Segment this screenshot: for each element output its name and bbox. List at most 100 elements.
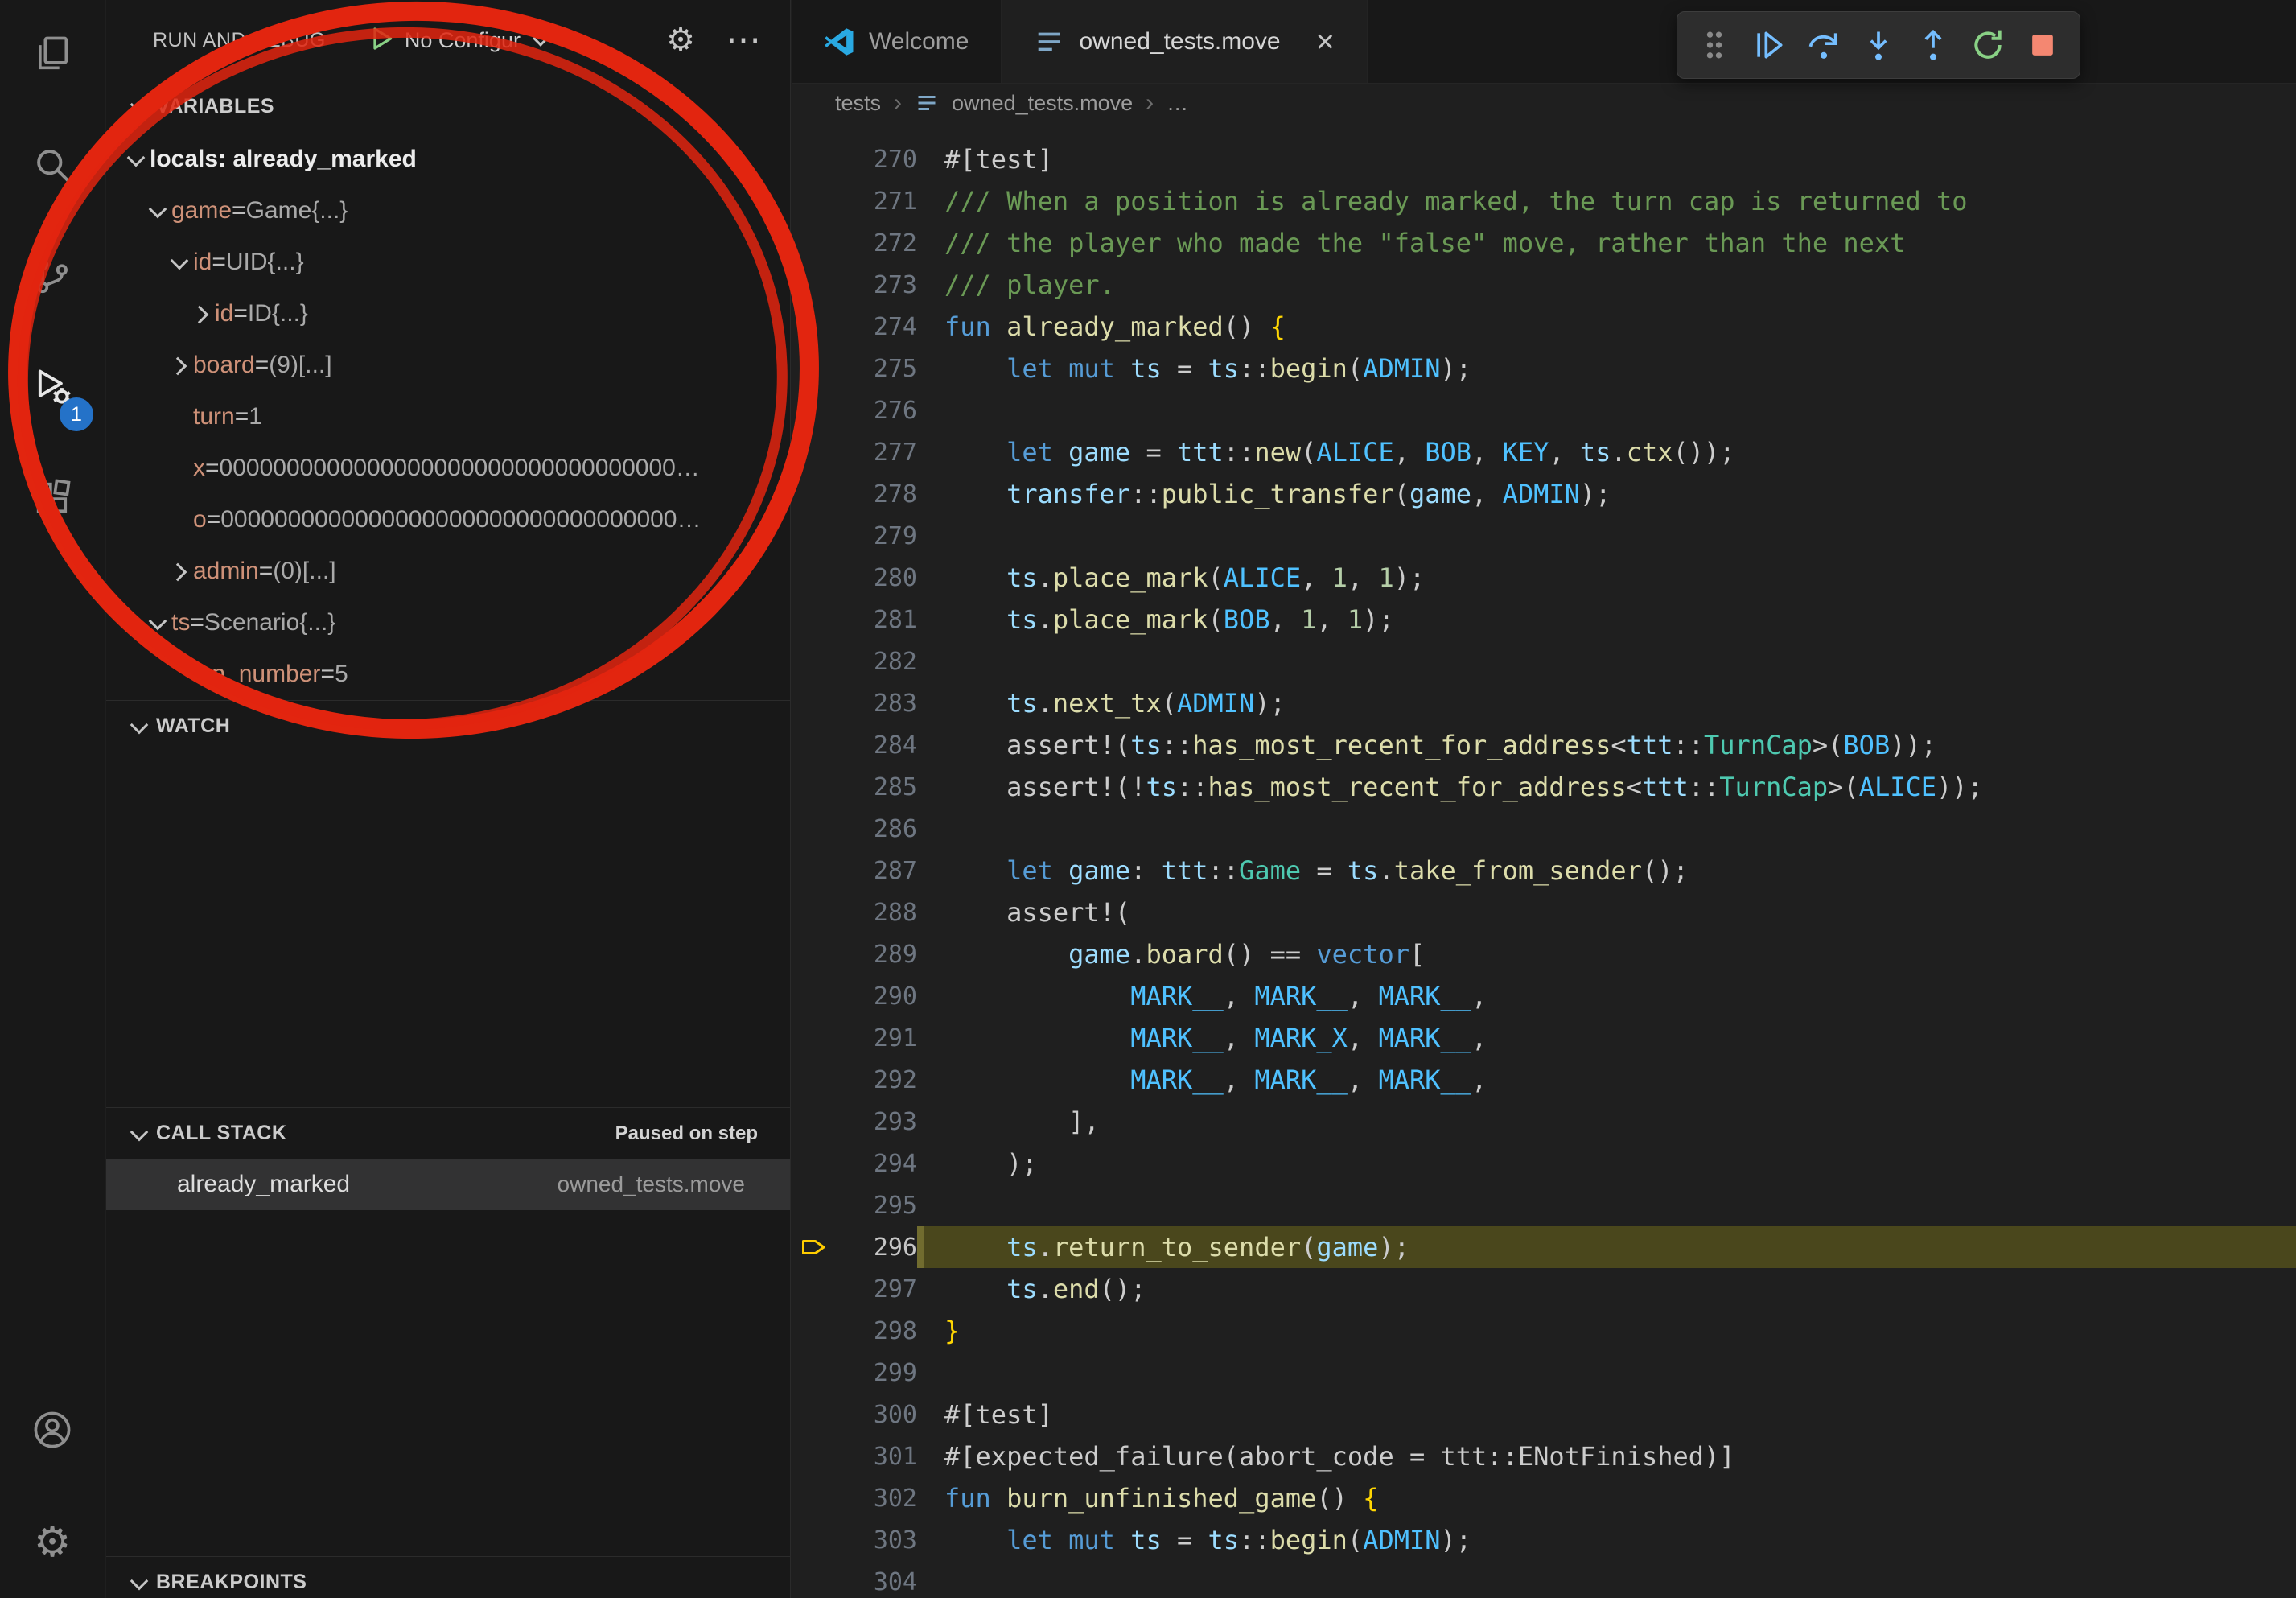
line-number[interactable]: 279 bbox=[837, 522, 917, 550]
stack-frame[interactable]: already_markedowned_tests.move bbox=[106, 1159, 790, 1210]
line-number[interactable]: 277 bbox=[837, 439, 917, 467]
activity-settings[interactable]: ⚙ bbox=[0, 1487, 105, 1598]
code-line[interactable]: 294 ); bbox=[792, 1143, 2296, 1184]
step-over-button[interactable] bbox=[1798, 16, 1850, 74]
code-line[interactable]: 304 bbox=[792, 1561, 2296, 1598]
restart-button[interactable] bbox=[1962, 16, 2014, 74]
tab-welcome[interactable]: Welcome bbox=[792, 0, 1002, 83]
line-number[interactable]: 294 bbox=[837, 1150, 917, 1178]
code-line[interactable]: 299 bbox=[792, 1352, 2296, 1394]
variable-row[interactable]: id = UID{...} bbox=[106, 237, 790, 288]
line-number[interactable]: 289 bbox=[837, 941, 917, 969]
variable-row[interactable]: ts = Scenario{...} bbox=[106, 597, 790, 649]
variable-row[interactable]: turn = 1 bbox=[106, 391, 790, 443]
step-into-button[interactable] bbox=[1853, 16, 1904, 74]
chevron-down-icon[interactable] bbox=[529, 28, 553, 52]
chevron-right-icon[interactable] bbox=[166, 558, 193, 585]
variable-row[interactable]: board = (9)[...] bbox=[106, 340, 790, 391]
code-line[interactable]: 270#[test] bbox=[792, 138, 2296, 180]
line-number[interactable]: 292 bbox=[837, 1066, 917, 1094]
code-line[interactable]: 283 ts.next_tx(ADMIN); bbox=[792, 682, 2296, 724]
variable-row[interactable]: o = 0000000000000000000000000000000000… bbox=[106, 494, 790, 546]
gear-icon[interactable]: ⚙ bbox=[666, 24, 695, 56]
code-line[interactable]: 287 let game: ttt::Game = ts.take_from_s… bbox=[792, 850, 2296, 892]
chevron-down-icon[interactable] bbox=[125, 1120, 153, 1147]
line-number[interactable]: 271 bbox=[837, 187, 917, 216]
line-number[interactable]: 284 bbox=[837, 731, 917, 760]
start-debug-icon[interactable] bbox=[368, 24, 397, 57]
breakpoints-section-header[interactable]: BREAKPOINTS bbox=[106, 1556, 790, 1598]
line-number[interactable]: 272 bbox=[837, 229, 917, 257]
variable-row[interactable]: txn_number = 5 bbox=[106, 649, 790, 700]
code-line[interactable]: 272/// the player who made the "false" m… bbox=[792, 222, 2296, 264]
breadcrumb-file[interactable]: owned_tests.move bbox=[952, 91, 1133, 116]
call-stack-section-header[interactable]: CALL STACK Paused on step bbox=[106, 1107, 790, 1159]
code-line[interactable]: 298} bbox=[792, 1310, 2296, 1352]
code-line[interactable]: 275 let mut ts = ts::begin(ADMIN); bbox=[792, 348, 2296, 389]
line-number[interactable]: 297 bbox=[837, 1275, 917, 1304]
line-number[interactable]: 283 bbox=[837, 690, 917, 718]
line-number[interactable]: 293 bbox=[837, 1108, 917, 1136]
code-line[interactable]: 274fun already_marked() { bbox=[792, 306, 2296, 348]
config-label[interactable]: No Configur bbox=[405, 28, 521, 53]
activity-search[interactable] bbox=[0, 111, 105, 222]
breadcrumb-folder[interactable]: tests bbox=[835, 91, 881, 116]
breadcrumb-symbol[interactable]: … bbox=[1167, 91, 1188, 116]
variable-row[interactable]: locals: already_marked bbox=[106, 134, 790, 185]
watch-section-header[interactable]: WATCH bbox=[106, 700, 790, 752]
line-number[interactable]: 275 bbox=[837, 355, 917, 383]
code-line[interactable]: 278 transfer::public_transfer(game, ADMI… bbox=[792, 473, 2296, 515]
line-number[interactable]: 273 bbox=[837, 271, 917, 299]
code-line[interactable]: 271/// When a position is already marked… bbox=[792, 180, 2296, 222]
code-line[interactable]: 291 MARK__, MARK_X, MARK__, bbox=[792, 1017, 2296, 1059]
line-number[interactable]: 298 bbox=[837, 1317, 917, 1345]
code-line[interactable]: 290 MARK__, MARK__, MARK__, bbox=[792, 975, 2296, 1017]
line-number[interactable]: 274 bbox=[837, 313, 917, 341]
code-line[interactable]: 276 bbox=[792, 389, 2296, 431]
code-line[interactable]: 288 assert!( bbox=[792, 892, 2296, 933]
code-line[interactable]: 282 bbox=[792, 640, 2296, 682]
variable-row[interactable]: x = 0000000000000000000000000000000000… bbox=[106, 443, 790, 494]
line-number[interactable]: 278 bbox=[837, 480, 917, 509]
line-number[interactable]: 281 bbox=[837, 606, 917, 634]
code-line[interactable]: 295 bbox=[792, 1184, 2296, 1226]
line-number[interactable]: 304 bbox=[837, 1568, 917, 1596]
chevron-down-icon[interactable] bbox=[125, 1569, 153, 1596]
code-line[interactable]: 300#[test] bbox=[792, 1394, 2296, 1435]
activity-source-control[interactable] bbox=[0, 222, 105, 333]
variable-row[interactable]: id = ID{...} bbox=[106, 288, 790, 340]
code-line[interactable]: 302fun burn_unfinished_game() { bbox=[792, 1477, 2296, 1519]
line-number[interactable]: 280 bbox=[837, 564, 917, 592]
chevron-down-icon[interactable] bbox=[125, 93, 153, 120]
code-line[interactable]: 301#[expected_failure(abort_code = ttt::… bbox=[792, 1435, 2296, 1477]
code-line[interactable]: 284 assert!(ts::has_most_recent_for_addr… bbox=[792, 724, 2296, 766]
activity-extensions[interactable] bbox=[0, 444, 105, 555]
more-actions-icon[interactable]: ⋯ bbox=[726, 31, 761, 49]
line-number[interactable]: 282 bbox=[837, 648, 917, 676]
activity-run-debug[interactable]: 1 bbox=[0, 333, 105, 444]
line-number[interactable]: 295 bbox=[837, 1192, 917, 1220]
line-number[interactable]: 276 bbox=[837, 397, 917, 425]
chevron-down-icon[interactable] bbox=[144, 197, 171, 224]
activity-account[interactable] bbox=[0, 1376, 105, 1487]
line-number[interactable]: 285 bbox=[837, 773, 917, 801]
code-line[interactable]: 289 game.board() == vector[ bbox=[792, 933, 2296, 975]
step-out-button[interactable] bbox=[1907, 16, 1959, 74]
code-line[interactable]: 285 assert!(!ts::has_most_recent_for_add… bbox=[792, 766, 2296, 808]
debug-paused-icon[interactable] bbox=[792, 1233, 837, 1262]
code-line[interactable]: 296 ts.return_to_sender(game); bbox=[792, 1226, 2296, 1268]
close-icon[interactable]: × bbox=[1316, 26, 1335, 58]
line-number[interactable]: 302 bbox=[837, 1485, 917, 1513]
line-number[interactable]: 291 bbox=[837, 1024, 917, 1052]
code-line[interactable]: 303 let mut ts = ts::begin(ADMIN); bbox=[792, 1519, 2296, 1561]
code-line[interactable]: 277 let game = ttt::new(ALICE, BOB, KEY,… bbox=[792, 431, 2296, 473]
line-number[interactable]: 300 bbox=[837, 1401, 917, 1429]
code-line[interactable]: 280 ts.place_mark(ALICE, 1, 1); bbox=[792, 557, 2296, 599]
activity-explorer[interactable] bbox=[0, 0, 105, 111]
chevron-right-icon[interactable] bbox=[187, 300, 215, 327]
line-number[interactable]: 290 bbox=[837, 982, 917, 1011]
line-number[interactable]: 288 bbox=[837, 899, 917, 927]
code-line[interactable]: 286 bbox=[792, 808, 2296, 850]
chevron-down-icon[interactable] bbox=[122, 146, 150, 173]
line-number[interactable]: 299 bbox=[837, 1359, 917, 1387]
